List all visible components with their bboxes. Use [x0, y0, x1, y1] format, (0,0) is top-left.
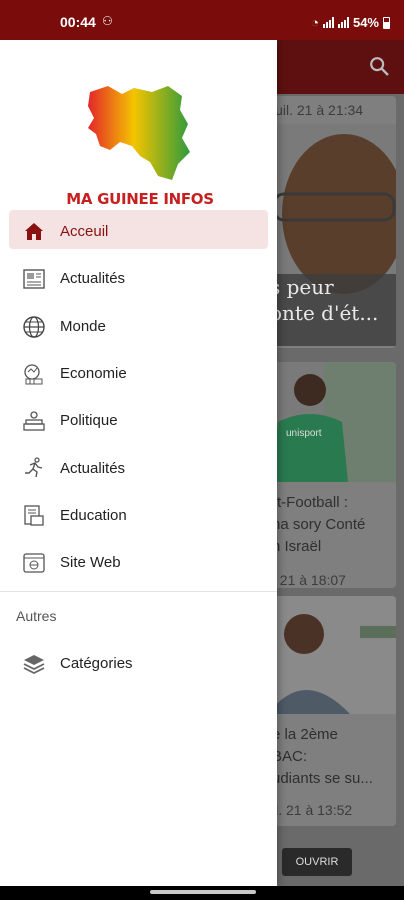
search-icon[interactable]	[368, 55, 390, 77]
menu-item-label: Catégories	[60, 655, 133, 673]
menu-item-label: Actualités	[60, 270, 126, 288]
battery-icon	[383, 16, 390, 29]
menu-item-label: Education	[60, 506, 127, 524]
economy-icon	[24, 364, 43, 385]
website-icon	[23, 553, 45, 573]
menu-item-label: Monde	[60, 317, 106, 335]
status-right: ◔ 54%	[311, 15, 390, 30]
politics-icon	[23, 411, 45, 431]
news-card-image: unisport	[264, 362, 396, 482]
globe-icon	[23, 315, 45, 338]
news-card-date: il. 21 à 13:52	[272, 802, 353, 818]
menu-item-actualites-sport[interactable]: Actualités	[0, 444, 277, 491]
jersey-brand: unisport	[286, 428, 322, 439]
news-card-title-line: rt-Football :	[272, 494, 348, 511]
home-icon	[25, 223, 43, 240]
guinea-map-icon	[88, 86, 190, 180]
menu-item-actualites[interactable]: Actualités	[0, 255, 277, 302]
logo-text: MA GUINEE INFOS	[66, 190, 214, 208]
status-bar: 00:44 ⚇ ◔ 54%	[0, 0, 404, 40]
menu-item-label: Acceuil	[60, 223, 109, 241]
news-card-image: s peur onte d'ét...	[264, 124, 396, 346]
categories-row[interactable]: Catégories	[0, 640, 277, 687]
news-card[interactable]: juil. 21 à 21:34 s peur onte d'ét...	[264, 96, 396, 348]
news-card-header: juil. 21 à 21:34	[272, 102, 364, 118]
app-logo: MA GUINEE INFOS	[60, 80, 220, 215]
section-title-autres: Autres	[16, 608, 57, 624]
open-button[interactable]: OUVRIR	[282, 848, 352, 876]
education-icon	[24, 505, 44, 526]
news-card-title-line: s peur	[270, 275, 334, 299]
home-handle[interactable]	[150, 890, 256, 894]
sim-icon: ⚇	[102, 14, 113, 28]
battery-label: 54%	[352, 15, 379, 30]
drawer-divider	[0, 591, 277, 592]
wifi-icon: ◔	[311, 15, 319, 30]
news-card-date: . 21 à 18:07	[272, 572, 346, 588]
news-card-title: e la 2ème BAC: udiants se su...	[264, 714, 396, 796]
menu-item-categories[interactable]: Catégories	[0, 640, 277, 687]
drawer-menu: Acceuil Actualités Monde Economie Politi…	[0, 208, 277, 586]
menu-item-site-web[interactable]: Site Web	[0, 539, 277, 586]
running-icon	[25, 457, 43, 478]
news-card-title-line: e la 2ème	[272, 726, 338, 743]
menu-item-economie[interactable]: Economie	[0, 350, 277, 397]
signal-icon	[322, 17, 334, 28]
system-nav-bar	[0, 886, 404, 900]
menu-item-acceuil[interactable]: Acceuil	[0, 208, 277, 255]
layers-icon	[23, 655, 45, 675]
menu-item-education[interactable]: Education	[0, 492, 277, 539]
news-card-title: rt-Football : ha sory Conté n Israël	[264, 482, 396, 564]
news-card-title-line: BAC:	[272, 748, 308, 765]
menu-item-label: Actualités	[60, 459, 126, 477]
menu-item-label: Economie	[60, 365, 127, 383]
navigation-drawer: MA GUINEE INFOS Acceuil Actualités Monde…	[0, 40, 277, 886]
menu-item-monde[interactable]: Monde	[0, 303, 277, 350]
news-card-image	[264, 596, 396, 714]
news-card-title-line: n Israël	[272, 538, 322, 555]
status-time: 00:44	[60, 14, 96, 30]
menu-item-politique[interactable]: Politique	[0, 397, 277, 444]
menu-item-label: Politique	[60, 412, 118, 430]
news-card-title-line: udiants se su...	[272, 770, 373, 787]
news-card-title-line: onte d'ét...	[270, 301, 379, 325]
news-card[interactable]: unisport rt-Football : ha sory Conté n I…	[264, 362, 396, 588]
news-card[interactable]: e la 2ème BAC: udiants se su... il. 21 à…	[264, 596, 396, 826]
signal-2-icon	[337, 17, 349, 28]
news-card-title-line: ha sory Conté	[272, 516, 366, 533]
menu-item-label: Site Web	[60, 554, 121, 572]
news-icon	[23, 269, 45, 289]
